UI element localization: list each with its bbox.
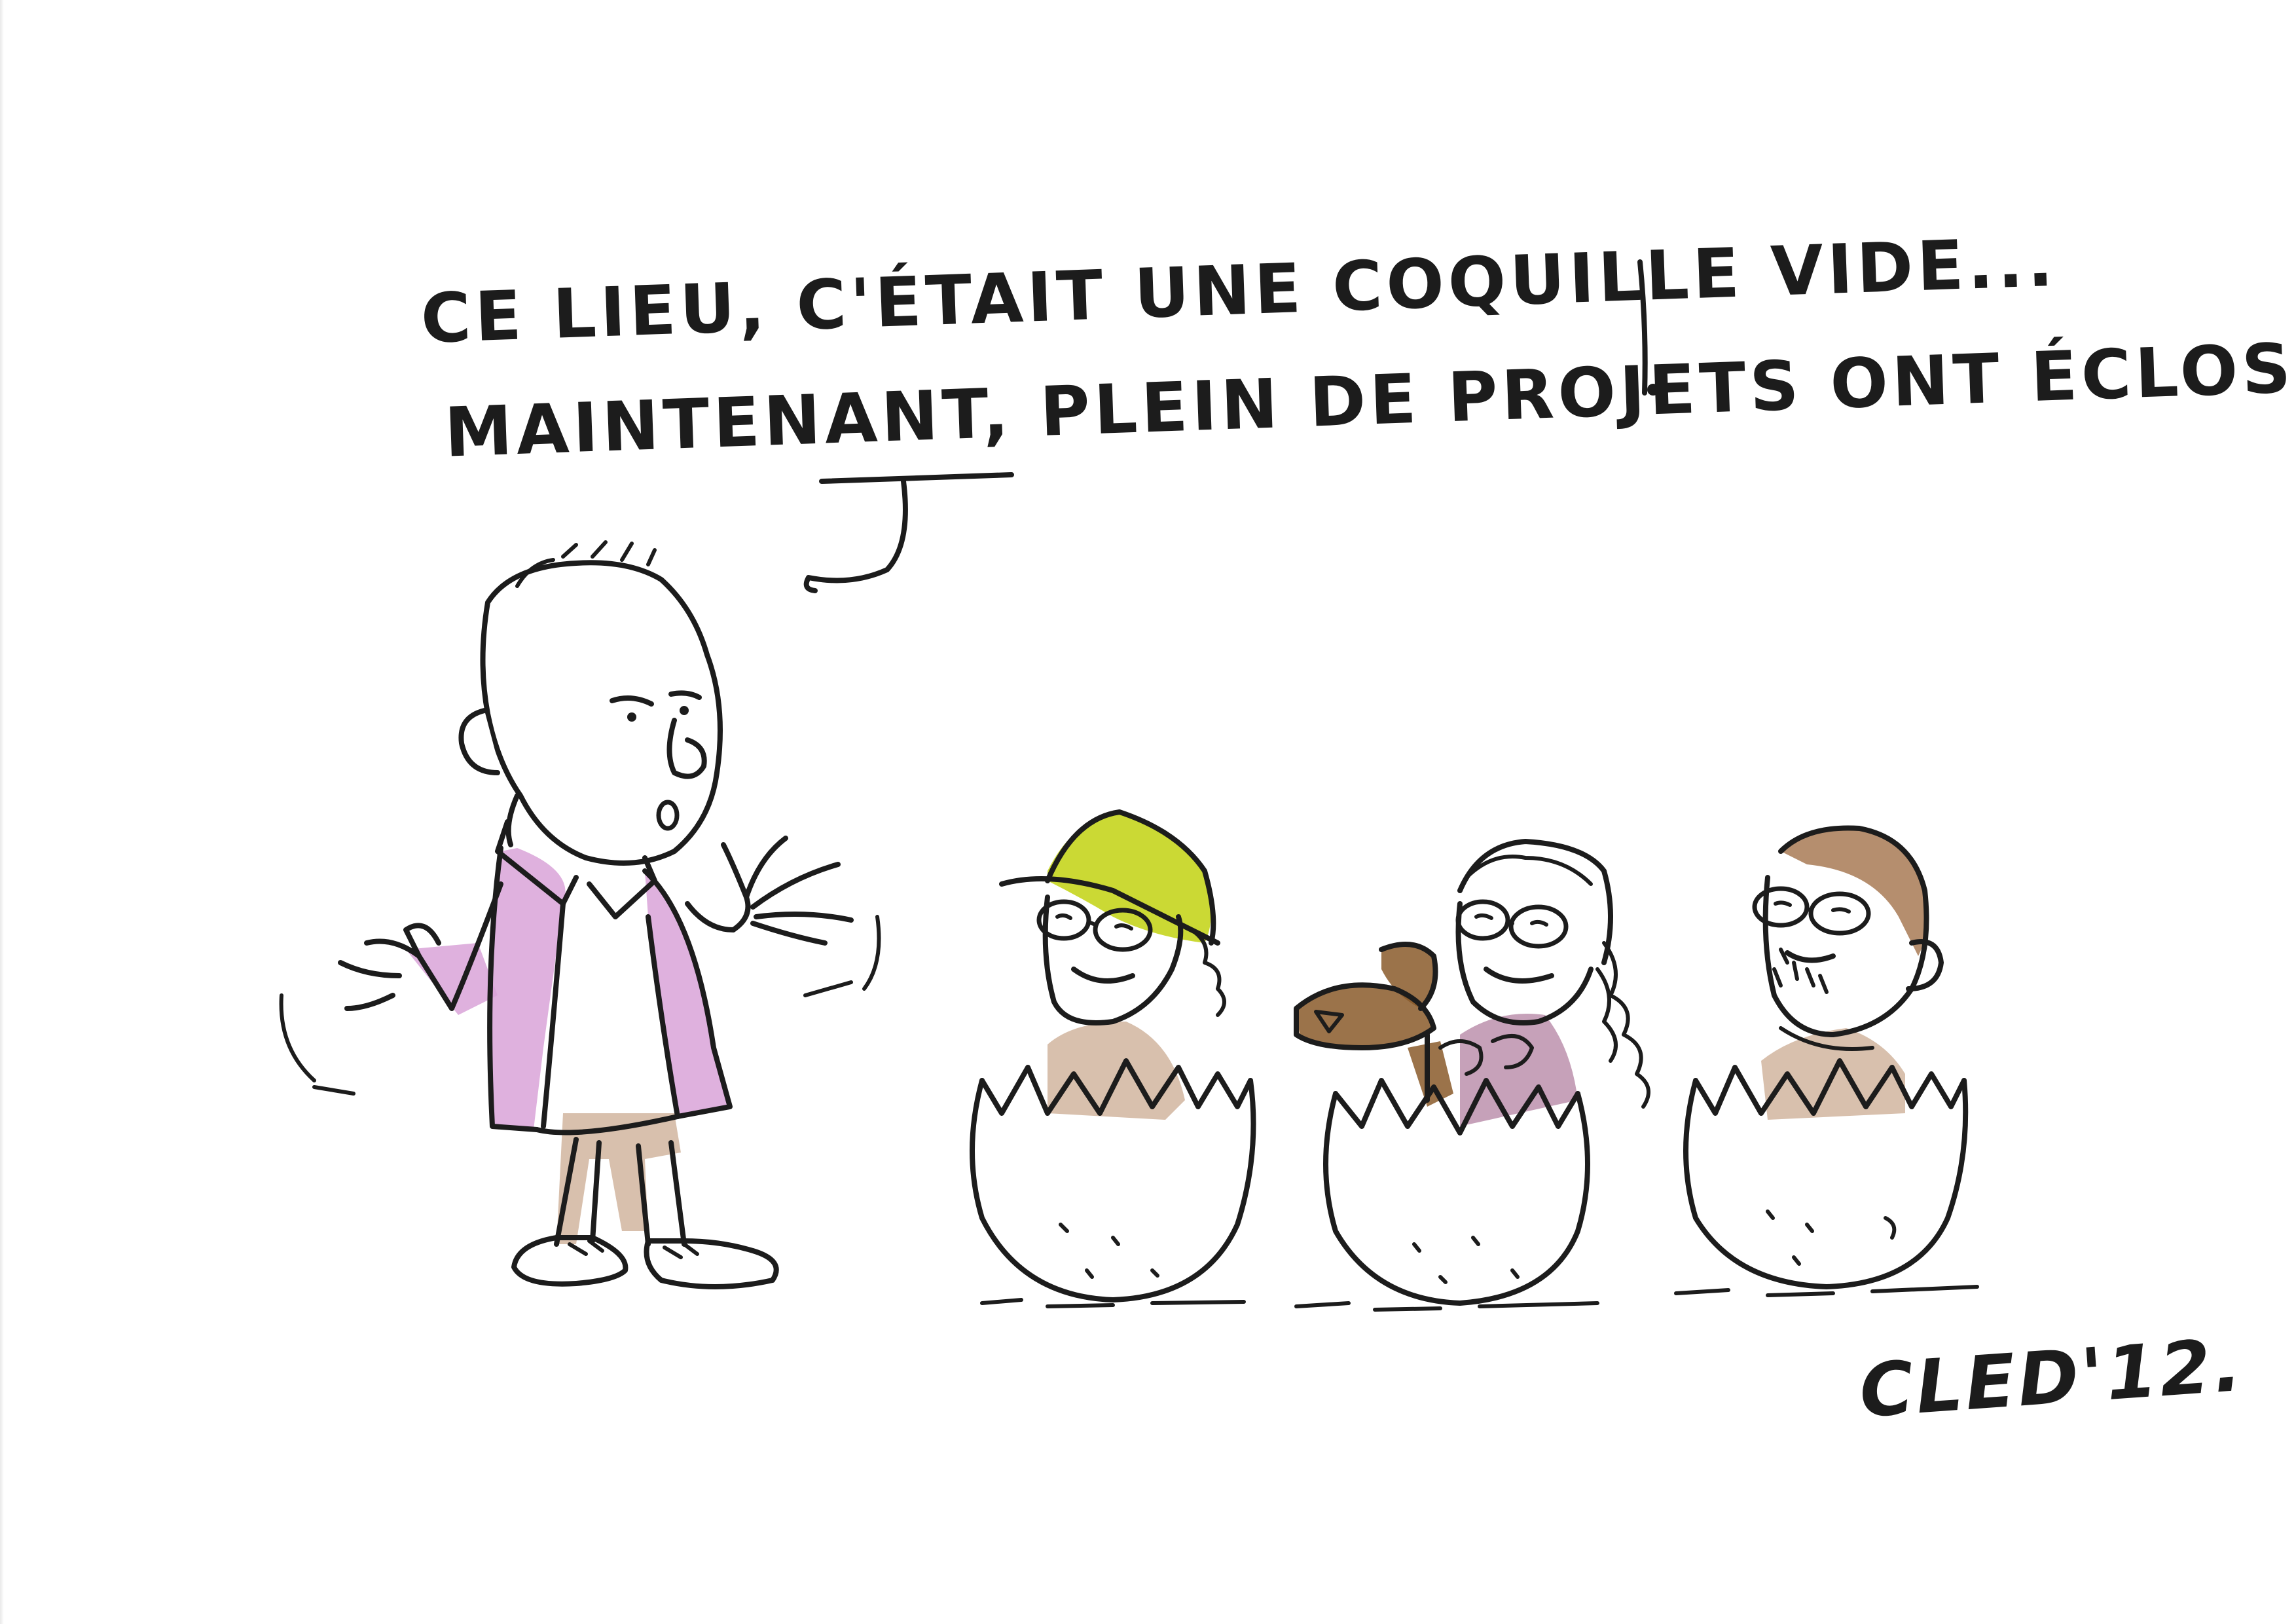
egg-person-sprout (1294, 839, 1650, 1312)
speech-pointer (803, 259, 1659, 593)
egg-person-cap (970, 809, 1256, 1308)
egg-person-bearded (1674, 825, 1979, 1297)
speaker-man (279, 540, 881, 1289)
green-cap (1048, 812, 1211, 943)
brown-hair (1781, 828, 1927, 956)
